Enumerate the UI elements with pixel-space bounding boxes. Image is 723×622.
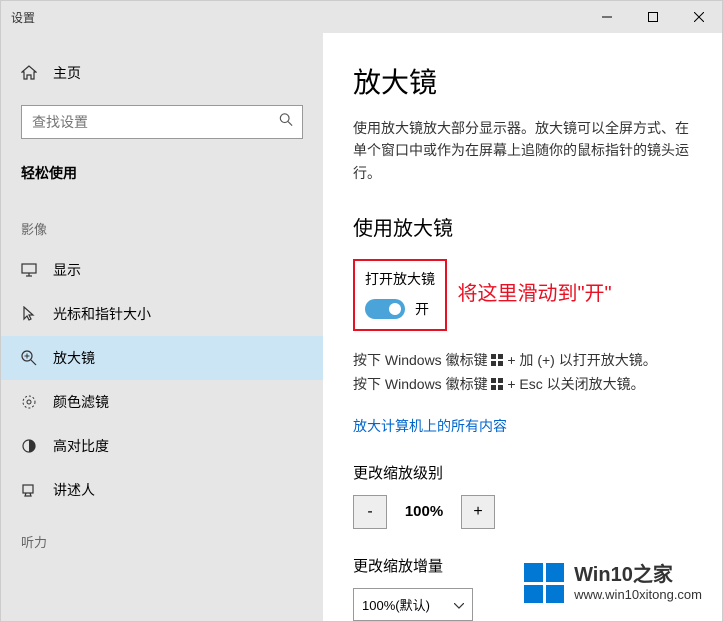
page-description: 使用放大镜放大部分显示器。放大镜可以全屏方式、在单个窗口中或作为在屏幕上追随你的…	[353, 117, 692, 184]
shortcut-hints: 按下 Windows 徽标键 + 加 (+) 以打开放大镜。 按下 Window…	[353, 349, 692, 397]
zoom-plus-button[interactable]: +	[461, 495, 495, 529]
use-magnifier-heading: 使用放大镜	[353, 212, 692, 241]
zoom-minus-button[interactable]: -	[353, 495, 387, 529]
toggle-label: 打开放大镜	[365, 269, 435, 289]
section-vision: 影像	[1, 199, 323, 248]
dropdown-value: 100%(默认)	[362, 595, 430, 614]
watermark-title: Win10之家	[574, 563, 702, 587]
toggle-state: 开	[415, 299, 429, 319]
contrast-icon	[21, 438, 37, 454]
sidebar-item-narrator[interactable]: 讲述人	[1, 468, 323, 512]
sidebar-item-color-filter[interactable]: 颜色滤镜	[1, 380, 323, 424]
window-title: 设置	[1, 9, 35, 26]
main-panel: 放大镜 使用放大镜放大部分显示器。放大镜可以全屏方式、在单个窗口中或作为在屏幕上…	[323, 33, 722, 621]
sidebar-item-label: 显示	[53, 260, 81, 280]
annotation-text: 将这里滑动到"开"	[457, 277, 611, 306]
home-link[interactable]: 主页	[1, 53, 323, 93]
home-label: 主页	[53, 63, 81, 83]
zoom-increment-dropdown[interactable]: 100%(默认)	[353, 588, 473, 621]
search-input[interactable]	[21, 105, 303, 139]
maximize-button[interactable]	[630, 1, 676, 33]
monitor-icon	[21, 262, 37, 278]
windows-key-icon	[491, 350, 503, 374]
color-filter-icon	[21, 394, 37, 410]
narrator-icon	[21, 482, 37, 498]
sidebar-item-display[interactable]: 显示	[1, 248, 323, 292]
search-icon[interactable]	[279, 113, 293, 132]
sidebar-item-high-contrast[interactable]: 高对比度	[1, 424, 323, 468]
category-label: 轻松使用	[1, 157, 323, 199]
sidebar-item-cursor[interactable]: 光标和指针大小	[1, 292, 323, 336]
page-title: 放大镜	[353, 61, 692, 101]
sidebar-item-label: 高对比度	[53, 436, 109, 456]
windows-key-icon	[491, 374, 503, 398]
minimize-button[interactable]	[584, 1, 630, 33]
toggle-knob	[389, 303, 401, 315]
annotation-box: 打开放大镜 开	[353, 259, 447, 331]
zoom-value: 100%	[397, 503, 451, 520]
magnifier-toggle[interactable]	[365, 299, 405, 319]
zoom-level-heading: 更改缩放级别	[353, 462, 692, 483]
chevron-down-icon	[454, 597, 464, 612]
sidebar-item-magnifier[interactable]: 放大镜	[1, 336, 323, 380]
sidebar: 主页 轻松使用 影像 显示 光标和指针大小 放大镜	[1, 33, 323, 621]
windows-logo-icon	[524, 563, 564, 603]
sidebar-item-label: 放大镜	[53, 348, 95, 368]
close-button[interactable]	[676, 1, 722, 33]
sidebar-item-label: 讲述人	[53, 480, 95, 500]
sidebar-item-label: 颜色滤镜	[53, 392, 109, 412]
sidebar-item-label: 光标和指针大小	[53, 304, 151, 324]
watermark: Win10之家 www.win10xitong.com	[520, 559, 706, 607]
watermark-url: www.win10xitong.com	[574, 587, 702, 603]
home-icon	[21, 65, 37, 81]
cursor-icon	[21, 306, 37, 322]
magnifier-icon	[21, 350, 37, 366]
section-hearing: 听力	[1, 512, 323, 561]
magnify-all-link[interactable]: 放大计算机上的所有内容	[353, 416, 692, 436]
